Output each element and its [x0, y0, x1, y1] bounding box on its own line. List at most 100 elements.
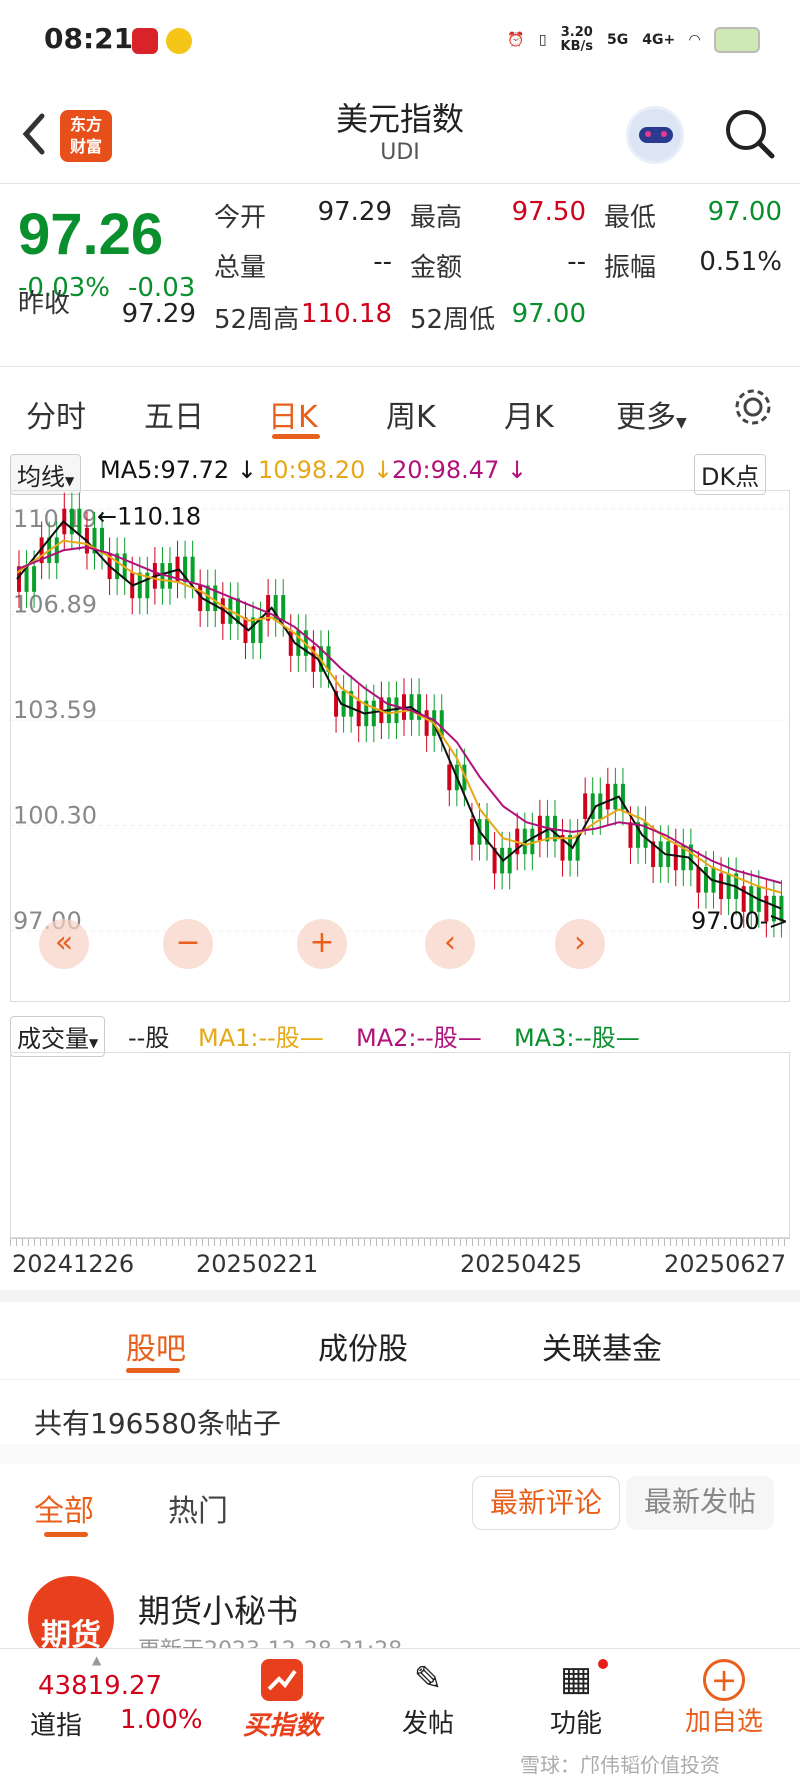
- kline-chart[interactable]: 110.19 106.89 103.59 100.30 97.00 ←110.18 97.0…: [10, 490, 791, 1002]
- post-count: 共有196580条帖子: [34, 1407, 281, 1440]
- scroll-left-fast-button[interactable]: «: [39, 919, 89, 969]
- candle-body: [703, 867, 708, 893]
- candle-body: [243, 617, 248, 644]
- signal-5g-icon: 5G: [607, 32, 629, 48]
- last-price: 97.26: [18, 202, 164, 267]
- low-label: 最低: [604, 203, 657, 233]
- sort-latest-comment[interactable]: 最新评论: [472, 1476, 620, 1530]
- status-icons: ⏰ ▯ 3.20 KB/s 5G 4G+ ◠: [507, 26, 760, 54]
- alarm-icon: ⏰: [507, 32, 525, 48]
- ma-legend-bar: 均线▼ MA5:97.72 ↓ 10:98.20 ↓ 20:98.47 ↓ DK…: [0, 450, 800, 495]
- amount-value: --: [567, 247, 586, 277]
- amount-label: 金额: [410, 253, 463, 283]
- date-tick-3: 20250425: [460, 1250, 583, 1278]
- y-tick-label: 100.30: [13, 801, 97, 829]
- open-value: 97.29: [317, 197, 392, 227]
- trend-icon: [261, 1659, 303, 1701]
- zoom-out-button[interactable]: −: [163, 919, 213, 969]
- filter-hot[interactable]: 热门: [168, 1486, 228, 1530]
- gear-icon: [735, 389, 771, 425]
- period-tabs: 分时 五日 日K 周K 月K 更多▼: [0, 368, 800, 446]
- date-axis-ticks: [10, 1238, 790, 1246]
- settings-button[interactable]: [732, 386, 774, 432]
- sort-latest-post[interactable]: 最新发帖: [626, 1476, 774, 1530]
- tab-monthly-k[interactable]: 月K: [504, 392, 554, 436]
- candle-body: [628, 822, 633, 848]
- status-bar: 08:21 ⏰ ▯ 3.20 KB/s 5G 4G+ ◠: [0, 0, 800, 84]
- spacer: [0, 1444, 800, 1464]
- amplitude-label: 振幅: [604, 253, 657, 283]
- candle-body: [658, 841, 663, 868]
- forum-tab-indicator: [126, 1368, 180, 1373]
- tab-more[interactable]: 更多▼: [616, 392, 687, 436]
- scroll-right-button[interactable]: ›: [555, 919, 605, 969]
- active-tab-indicator: [272, 434, 320, 439]
- tab-forum[interactable]: 股吧: [126, 1324, 186, 1368]
- volume-legend-bar: 成交量▼ --股 MA1:--股— MA2:--股— MA3:--股—: [0, 1012, 800, 1057]
- wifi-icon: ◠: [689, 32, 700, 48]
- wk52-high-label: 52周高: [214, 305, 300, 335]
- tab-daily-k[interactable]: 日K: [268, 392, 318, 436]
- scroll-left-button[interactable]: ‹: [425, 919, 475, 969]
- tab-weekly-k[interactable]: 周K: [386, 392, 436, 436]
- volume-label: 总量: [214, 253, 267, 283]
- date-tick-2: 20250221: [196, 1250, 319, 1278]
- zoom-in-button[interactable]: +: [297, 919, 347, 969]
- section-divider: [0, 1290, 800, 1302]
- dk-button[interactable]: DK点: [694, 454, 767, 495]
- candle-body: [696, 867, 701, 893]
- max-price-marker: ←110.18: [97, 502, 201, 530]
- add-watchlist-button[interactable]: + 加自选: [674, 1659, 774, 1738]
- vol-ma3: MA3:--股—: [514, 1024, 640, 1052]
- y-tick-label: 106.89: [13, 591, 97, 619]
- weibo-app-icon: [166, 28, 192, 54]
- indicator-select[interactable]: 均线▼: [10, 454, 82, 495]
- section-tabs: 股吧 成份股 关联基金: [0, 1302, 800, 1380]
- header: 东方 财富 美元指数 UDI: [0, 84, 800, 184]
- filter-all[interactable]: 全部: [34, 1486, 94, 1530]
- prev-close-label: 昨收: [18, 289, 71, 319]
- tab-constituents[interactable]: 成份股: [318, 1324, 408, 1368]
- candle-body: [530, 828, 535, 855]
- watermark: 雪球：邝伟韬价值投资: [520, 1753, 720, 1777]
- candle-body: [100, 527, 105, 554]
- high-label: 最高: [410, 203, 463, 233]
- candle-body: [137, 572, 142, 599]
- prev-close-value: 97.29: [121, 299, 196, 329]
- candle-body: [719, 873, 724, 900]
- candle-body: [673, 844, 678, 871]
- grid-icon: ▦: [559, 1659, 593, 1699]
- filter-indicator: [44, 1532, 88, 1537]
- status-time: 08:21: [44, 22, 134, 55]
- wk52-high-value: 110.18: [301, 299, 392, 329]
- search-icon: [726, 110, 775, 159]
- open-label: 今开: [214, 203, 267, 233]
- date-tick-1: 20241226: [12, 1250, 135, 1278]
- candle-body: [469, 819, 474, 845]
- candle-body: [371, 700, 376, 727]
- tab-related-funds[interactable]: 关联基金: [542, 1324, 662, 1368]
- amplitude-value: 0.51%: [699, 247, 782, 277]
- assistant-robot-icon[interactable]: [626, 106, 684, 164]
- ma20-value: 20:98.47 ↓: [392, 456, 528, 484]
- search-button[interactable]: [722, 106, 778, 162]
- volume-select[interactable]: 成交量▼: [10, 1016, 106, 1057]
- volume-unit: --股: [128, 1024, 170, 1052]
- ma5-value: MA5:97.72 ↓: [100, 456, 257, 484]
- buy-index-button[interactable]: 买指数: [232, 1659, 332, 1742]
- candle-body: [537, 815, 542, 842]
- candle-body: [281, 595, 286, 621]
- functions-button[interactable]: ▦ 功能: [526, 1659, 626, 1740]
- tab-intraday[interactable]: 分时: [26, 392, 86, 436]
- candle-body: [726, 873, 731, 900]
- edit-icon: ✎: [413, 1659, 443, 1699]
- date-tick-4: 20250627: [664, 1250, 787, 1278]
- tab-five-day[interactable]: 五日: [144, 392, 204, 436]
- min-price-marker: 97.00->: [691, 907, 788, 935]
- dow-index-value[interactable]: 43819.27: [38, 1671, 162, 1701]
- post-author-name[interactable]: 期货小秘书: [138, 1586, 298, 1632]
- xiaohongshu-app-icon: [132, 28, 158, 54]
- post-button[interactable]: ✎ 发帖: [378, 1659, 478, 1740]
- volume-chart[interactable]: [10, 1052, 790, 1238]
- notification-dot: [598, 1659, 608, 1669]
